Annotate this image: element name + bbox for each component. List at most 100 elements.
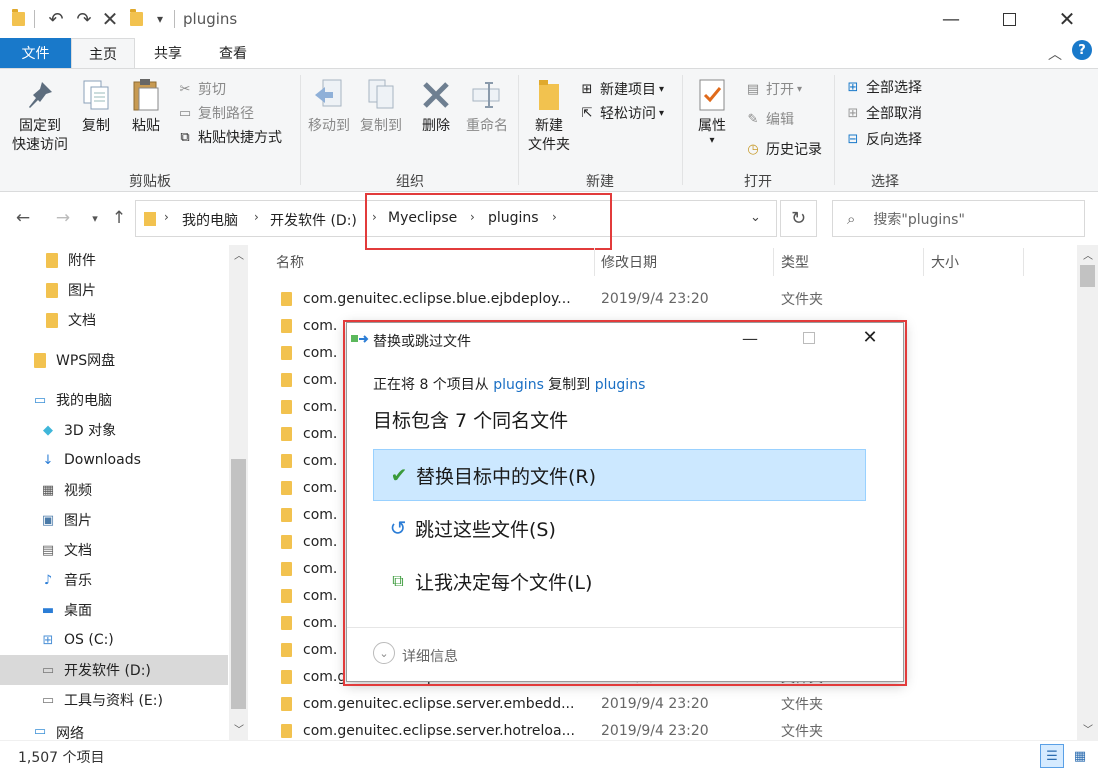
recent-locations-icon[interactable]: ▾	[84, 203, 106, 233]
select-all-button[interactable]: ⊞ 全部选择	[844, 75, 922, 99]
column-separator[interactable]	[923, 248, 924, 276]
delete-button[interactable]: 删除	[416, 77, 456, 136]
nav-item-label: 桌面	[64, 603, 92, 619]
column-separator[interactable]	[1023, 248, 1024, 276]
separator	[32, 8, 36, 30]
nav-item-label: 3D 对象	[64, 423, 117, 439]
column-header-name[interactable]: 名称	[276, 252, 304, 272]
cut-button[interactable]: ✂ 剪切	[176, 77, 282, 101]
new-folder-label: 新建	[535, 118, 563, 134]
help-icon[interactable]: ?	[1072, 40, 1092, 60]
nav-scrollbar[interactable]: ︿ ﹀	[229, 245, 248, 740]
breadcrumb-drive-d[interactable]: 开发软件 (D:)	[270, 210, 357, 230]
folder-icon	[281, 696, 292, 711]
nav-item-label: 图片	[68, 283, 96, 299]
chevron-right-icon[interactable]: ›	[164, 210, 169, 224]
nav-item-music[interactable]: ♪ 音乐	[0, 565, 228, 595]
copy-path-label: 复制路径	[198, 106, 254, 122]
scroll-thumb[interactable]	[1080, 265, 1095, 287]
breadcrumb-my-computer[interactable]: 我的电脑	[182, 210, 238, 230]
open-button[interactable]: ▤ 打开 ▾	[744, 77, 822, 101]
properties-button[interactable]: 属性 ▾	[690, 77, 734, 146]
collapse-ribbon-icon[interactable]: ︿	[1048, 44, 1062, 64]
nav-item-pictures[interactable]: ▣ 图片	[0, 505, 228, 535]
scroll-up-icon[interactable]: ︿	[1083, 247, 1093, 262]
chevron-right-icon[interactable]: ›	[254, 210, 259, 224]
folder-icon[interactable]	[126, 8, 146, 30]
folder-icon	[281, 588, 292, 603]
paste-shortcut-button[interactable]: ⧉ 粘贴快捷方式	[176, 125, 282, 149]
chevron-down-icon[interactable]: ▾	[150, 8, 170, 30]
nav-item-downloads[interactable]: ↓ Downloads	[0, 445, 228, 475]
chevron-down-icon: ▾	[709, 135, 715, 146]
column-separator[interactable]	[773, 248, 774, 276]
rename-label: 重命名	[466, 118, 508, 134]
refresh-button[interactable]: ↻	[780, 200, 817, 237]
nav-item-drive-e[interactable]: ▭ 工具与资料 (E:)	[0, 685, 228, 715]
tab-share[interactable]: 共享	[135, 38, 201, 68]
nav-item-videos[interactable]: ▦ 视频	[0, 475, 228, 505]
pin-quick-access-button[interactable]: 固定到 快速访问	[8, 77, 72, 155]
large-icons-view-icon[interactable]: ▦	[1068, 744, 1092, 768]
nav-item-my-computer[interactable]: ▭ 我的电脑	[0, 385, 228, 415]
column-separator[interactable]	[594, 248, 595, 276]
table-row[interactable]: com.genuitec.eclipse.blue.ejbdeploy... 20…	[270, 285, 1070, 312]
chevron-down-icon[interactable]: ⌄	[750, 210, 761, 225]
nav-item[interactable]: 图片	[0, 275, 228, 305]
paste-button[interactable]: 粘贴	[124, 77, 168, 136]
maximize-button[interactable]	[980, 0, 1038, 38]
nav-item-desktop[interactable]: ▬ 桌面	[0, 595, 228, 625]
nav-item-network[interactable]: ▭ 网络	[0, 723, 228, 741]
undo-icon[interactable]: ↶	[44, 8, 68, 30]
copy-path-button[interactable]: ▭ 复制路径	[176, 101, 282, 125]
column-header-date[interactable]: 修改日期	[601, 252, 657, 272]
move-to-button[interactable]: 移动到	[304, 77, 354, 136]
nav-item-drive-c[interactable]: ⊞ OS (C:)	[0, 625, 228, 655]
nav-item-wps[interactable]: WPS网盘	[0, 345, 228, 375]
rename-icon	[470, 77, 504, 113]
easy-access-button[interactable]: ⇱ 轻松访问 ▾	[578, 101, 664, 125]
nav-item-drive-d[interactable]: ▭ 开发软件 (D:)	[0, 655, 228, 685]
scroll-down-icon[interactable]: ﹀	[234, 721, 244, 736]
search-input[interactable]: ⌕ 搜索"plugins"	[832, 200, 1085, 237]
edit-button[interactable]: ✎ 编辑	[744, 107, 822, 131]
tab-home[interactable]: 主页	[71, 38, 135, 69]
nav-item[interactable]: 文档	[0, 305, 228, 335]
minimize-button[interactable]: —	[922, 0, 980, 38]
invert-selection-button[interactable]: ⊟ 反向选择	[844, 127, 922, 151]
up-arrow-icon[interactable]: ↑	[108, 203, 130, 233]
scroll-down-icon[interactable]: ﹀	[1083, 721, 1093, 736]
tab-view[interactable]: 查看	[201, 38, 265, 68]
column-header-size[interactable]: 大小	[931, 252, 959, 272]
search-icon: ⌕	[847, 209, 856, 228]
select-none-button[interactable]: ⊞ 全部取消	[844, 101, 922, 125]
nav-item[interactable]: 附件	[0, 245, 228, 275]
column-header-type[interactable]: 类型	[781, 252, 809, 272]
redo-icon[interactable]: ↷	[72, 8, 96, 30]
close-button[interactable]: ✕	[1038, 0, 1096, 38]
select-small-buttons: ⊞ 全部选择 ⊞ 全部取消 ⊟ 反向选择	[844, 75, 922, 151]
table-row[interactable]: com.genuitec.eclipse.server.embedd... 201…	[270, 690, 1070, 717]
file-list-scrollbar[interactable]: ︿ ﹀	[1077, 245, 1098, 740]
delete-icon[interactable]: ✕	[98, 7, 122, 31]
pin-label: 固定到	[19, 118, 61, 134]
nav-item-label: 网络	[56, 726, 84, 740]
clipboard-small-buttons: ✂ 剪切 ▭ 复制路径 ⧉ 粘贴快捷方式	[176, 77, 282, 149]
history-button[interactable]: ◷ 历史记录	[744, 137, 822, 161]
details-view-icon[interactable]: ☰	[1040, 744, 1064, 768]
copy-button[interactable]: 复制	[76, 77, 116, 136]
tab-file[interactable]: 文件	[0, 38, 71, 68]
rename-button[interactable]: 重命名	[462, 77, 512, 136]
scroll-thumb[interactable]	[231, 459, 246, 709]
new-item-button[interactable]: ⊞ 新建项目 ▾	[578, 77, 664, 101]
history-icon: ◷	[747, 141, 759, 157]
new-folder-button[interactable]: 新建 文件夹	[524, 77, 574, 155]
nav-item-label: 文档	[68, 313, 96, 329]
nav-item-label: 音乐	[64, 573, 92, 589]
copy-to-button[interactable]: 复制到	[356, 77, 406, 136]
nav-item-3d[interactable]: ◆ 3D 对象	[0, 415, 228, 445]
scroll-up-icon[interactable]: ︿	[234, 247, 244, 262]
back-arrow-icon[interactable]: ←	[12, 203, 34, 233]
forward-arrow-icon[interactable]: →	[52, 203, 74, 233]
nav-item-documents[interactable]: ▤ 文档	[0, 535, 228, 565]
